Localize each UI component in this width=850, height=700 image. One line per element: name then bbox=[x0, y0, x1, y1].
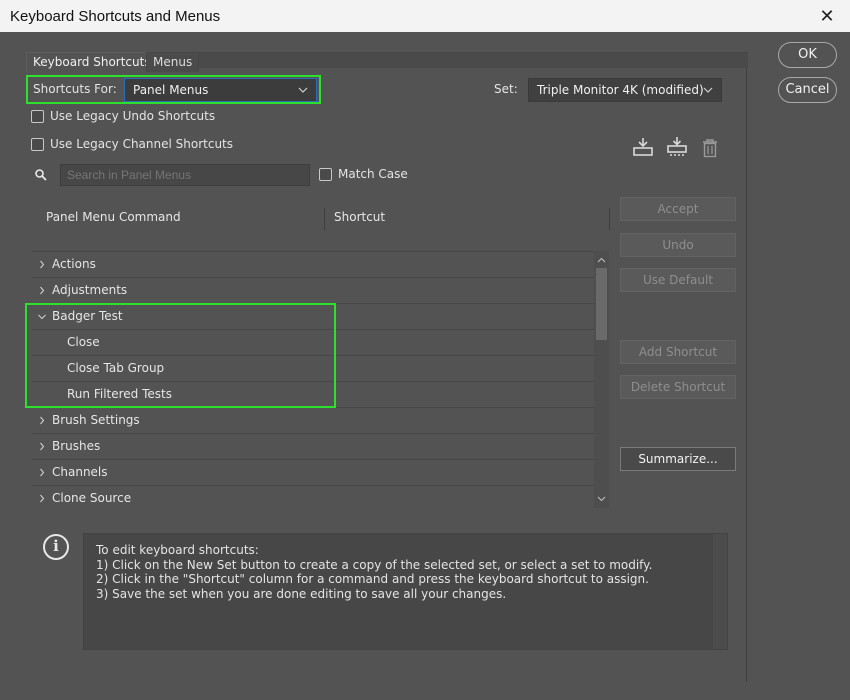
legacy-undo-checkbox[interactable] bbox=[31, 110, 44, 123]
search-input[interactable] bbox=[60, 164, 310, 186]
list-item[interactable]: Badger Test bbox=[32, 304, 595, 330]
accept-button[interactable]: Accept bbox=[620, 197, 736, 221]
list-item-label: Adjustments bbox=[52, 283, 128, 297]
list-item-label: Clone Source bbox=[52, 491, 132, 505]
summarize-button[interactable]: Summarize... bbox=[620, 447, 736, 471]
list-item[interactable]: Close Tab Group bbox=[32, 356, 595, 382]
legacy-undo-label: Use Legacy Undo Shortcuts bbox=[50, 109, 216, 123]
set-label: Set: bbox=[494, 82, 518, 96]
info-line: 1) Click on the New Set button to create… bbox=[96, 557, 653, 572]
undo-button[interactable]: Undo bbox=[620, 233, 736, 257]
add-shortcut-button[interactable]: Add Shortcut bbox=[620, 340, 736, 364]
shortcuts-for-dropdown[interactable]: Panel Menus bbox=[124, 78, 317, 102]
set-dropdown[interactable]: Triple Monitor 4K (modified) bbox=[528, 78, 722, 102]
save-set-icon[interactable] bbox=[632, 136, 654, 158]
info-line: 2) Click in the "Shortcut" column for a … bbox=[96, 572, 649, 586]
info-line: To edit keyboard shortcuts: bbox=[96, 543, 259, 557]
ok-button[interactable]: OK bbox=[778, 42, 837, 68]
column-divider bbox=[609, 208, 610, 230]
chevron-down-icon bbox=[703, 79, 713, 109]
info-scrollbar[interactable] bbox=[713, 534, 727, 649]
legacy-channel-checkbox[interactable] bbox=[31, 138, 44, 151]
list-item[interactable]: Run Filtered Tests bbox=[32, 382, 595, 408]
list-scrollbar[interactable] bbox=[594, 251, 609, 508]
info-text-box: To edit keyboard shortcuts: 1) Click on … bbox=[83, 533, 728, 650]
cancel-button[interactable]: Cancel bbox=[778, 77, 837, 103]
list-item[interactable]: Actions bbox=[32, 252, 595, 278]
list-item[interactable]: Clone Source bbox=[32, 486, 595, 508]
column-header-command: Panel Menu Command bbox=[46, 210, 181, 224]
delete-shortcut-button[interactable]: Delete Shortcut bbox=[620, 375, 736, 399]
match-case-checkbox[interactable] bbox=[319, 168, 332, 181]
list-item[interactable]: Adjustments bbox=[32, 278, 595, 304]
list-item[interactable]: Close bbox=[32, 330, 595, 356]
list-item[interactable]: Brushes bbox=[32, 434, 595, 460]
scroll-up-icon[interactable] bbox=[594, 253, 609, 267]
table-header: Panel Menu Command Shortcut bbox=[32, 198, 610, 240]
scroll-down-icon[interactable] bbox=[594, 492, 609, 506]
list-item-label: Channels bbox=[52, 465, 108, 479]
set-value: Triple Monitor 4K (modified) bbox=[537, 83, 704, 97]
info-line: 3) Save the set when you are done editin… bbox=[96, 586, 507, 601]
shortcuts-for-value: Panel Menus bbox=[133, 83, 209, 97]
chevron-down-icon bbox=[298, 79, 308, 109]
chevron-right-icon[interactable] bbox=[36, 486, 48, 508]
list-item-label: Brushes bbox=[52, 439, 101, 453]
list-item-label: Close Tab Group bbox=[67, 361, 165, 375]
delete-set-icon[interactable] bbox=[700, 137, 722, 159]
column-header-shortcut: Shortcut bbox=[334, 210, 386, 224]
list-item-label: Actions bbox=[52, 257, 96, 271]
legacy-channel-label: Use Legacy Channel Shortcuts bbox=[50, 137, 234, 151]
shortcuts-for-label: Shortcuts For: bbox=[33, 82, 117, 96]
list-item-label: Badger Test bbox=[52, 309, 123, 323]
search-icon bbox=[34, 168, 48, 182]
save-set-as-icon[interactable] bbox=[666, 136, 688, 158]
column-divider bbox=[324, 208, 325, 230]
list-item-label: Run Filtered Tests bbox=[67, 387, 172, 401]
scrollbar-thumb[interactable] bbox=[596, 268, 607, 340]
list-item[interactable]: Channels bbox=[32, 460, 595, 486]
list-item[interactable]: Brush Settings bbox=[32, 408, 595, 434]
info-icon: i bbox=[43, 534, 69, 560]
dialog-body: Keyboard Shortcuts Menus Shortcuts For: … bbox=[0, 0, 850, 682]
command-list: Actions Adjustments Badger Test Close Cl… bbox=[32, 251, 595, 508]
list-item-label: Close bbox=[67, 335, 100, 349]
match-case-label: Match Case bbox=[338, 167, 408, 181]
use-default-button[interactable]: Use Default bbox=[620, 268, 736, 292]
list-item-label: Brush Settings bbox=[52, 413, 140, 427]
